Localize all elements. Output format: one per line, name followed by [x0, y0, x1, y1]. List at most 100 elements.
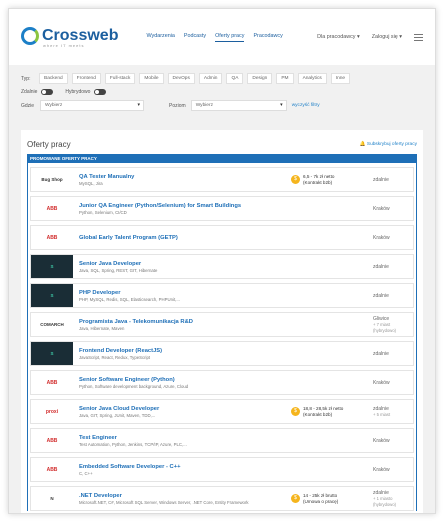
logo-text: Crossweb	[42, 26, 119, 44]
job-skills: MySQL, Jira	[79, 180, 103, 186]
company-logo: ABB	[46, 466, 58, 473]
job-location: Kraków	[373, 234, 390, 241]
job-title[interactable]: Programista Java - Telekomunikacja R&D	[79, 318, 291, 326]
type-chip-fullstack[interactable]: Full-stack	[104, 73, 136, 84]
job-card[interactable]: N .NET Developer Microsoft.NET, C#, Micros…	[30, 486, 414, 511]
logo[interactable]: Crossweb where IT meets	[21, 26, 119, 48]
offers-section: Oferty pracy 🔔 Subskrybuj oferty pracy P…	[9, 122, 435, 513]
subscribe-link[interactable]: 🔔 Subskrybuj oferty pracy	[360, 142, 417, 147]
job-title[interactable]: Frontend Developer (ReactJS)	[79, 347, 291, 355]
company-logo: ABB	[46, 437, 58, 444]
where-label: Gdzie	[21, 102, 35, 109]
nav-employers[interactable]: Pracodawcy	[253, 33, 282, 42]
type-chip-design[interactable]: Design	[247, 73, 273, 84]
job-skills: PHP, MySQL, Redis, SQL, Elasticsearch, P…	[79, 296, 180, 302]
browser-frame: Crossweb where IT meets Wydarzenia Podca…	[8, 8, 436, 514]
job-card[interactable]: S Senior Java Developer Java, SQL, Spring,…	[30, 254, 414, 279]
type-label: Typ:	[21, 75, 31, 82]
salary-coin-icon: $	[291, 494, 300, 503]
job-title[interactable]: Junior QA Engineer (Python/Selenium) for…	[79, 202, 291, 210]
job-list: Bug Shop QA Tester Manualny MySQL, Jira $6,…	[27, 163, 417, 511]
job-card[interactable]: ABB Global Early Talent Program (GETP) Kra…	[30, 225, 414, 250]
job-card[interactable]: ABB Senior Software Engineer (Python) Pyth…	[30, 370, 414, 395]
job-card[interactable]: COMARCH Programista Java - Telekomunikacj…	[30, 312, 414, 337]
job-title[interactable]: Test Engineer	[79, 434, 291, 442]
job-title[interactable]: Senior Java Developer	[79, 260, 291, 268]
hybrid-toggle[interactable]	[94, 89, 107, 95]
job-location: zdalnie	[373, 292, 389, 299]
job-location: zdalnie	[373, 263, 389, 270]
filter-panel: Typ: Backend Frontend Full-stack Mobile …	[9, 65, 435, 122]
job-location: Kraków	[373, 466, 390, 473]
job-location: zdalnie	[373, 176, 389, 183]
login-dropdown[interactable]: Zaloguj się ▾	[372, 34, 402, 40]
company-logo: S	[31, 284, 73, 307]
type-chip-mobile[interactable]: Mobile	[139, 73, 164, 84]
job-card[interactable]: S PHP Developer PHP, MySQL, Redis, SQL, El…	[30, 283, 414, 308]
level-select[interactable]: Wybierz	[190, 100, 287, 111]
salary-amount: 18,8 - 28,5k zł netto	[303, 405, 344, 411]
location-note: + 1 miasto (hybrydowo)	[373, 495, 397, 507]
location-note: + 7 miast (hybrydowo)	[373, 321, 397, 333]
job-location: zdalnie	[373, 350, 389, 357]
site-header: Crossweb where IT meets Wydarzenia Podca…	[9, 9, 435, 65]
nav-events[interactable]: Wydarzenia	[146, 33, 174, 42]
where-select[interactable]: Wybierz	[40, 100, 144, 111]
nav-podcasts[interactable]: Podcasty	[184, 33, 206, 42]
job-skills: Java, GIT, Spring, JUnit, Maven, TDD,...	[79, 412, 156, 418]
job-skills: Java, Hibernate, Maven	[79, 325, 125, 331]
company-logo: Bug Shop	[41, 177, 63, 182]
type-chip-qa[interactable]: QA	[226, 73, 244, 84]
type-chip-frontend[interactable]: Frontend	[71, 73, 101, 84]
salary-contract: (Kontrakt b2b)	[303, 179, 333, 185]
company-logo: ABB	[46, 379, 58, 386]
job-title[interactable]: Senior Software Engineer (Python)	[79, 376, 291, 384]
job-location: Kraków	[373, 379, 390, 386]
employers-dropdown[interactable]: Dla pracodawcy ▾	[317, 34, 360, 40]
company-logo: proxi	[45, 408, 59, 415]
nav-jobs[interactable]: Oferty pracy	[215, 33, 245, 42]
promoted-header: PROMOWANE OFERTY PRACY	[27, 154, 417, 163]
type-chip-other[interactable]: Inne	[330, 73, 351, 84]
job-location: Kraków	[373, 205, 390, 212]
job-location: zdalnie + 5 miast	[373, 406, 413, 418]
remote-toggle[interactable]	[41, 89, 54, 95]
type-chip-admin[interactable]: Admin	[198, 73, 223, 84]
type-chip-pm[interactable]: PM	[276, 73, 294, 84]
level-label: Poziom	[169, 102, 186, 109]
salary: $6,5 - 7k zł netto (Kontrakt b2b)	[291, 174, 373, 186]
logo-icon	[21, 26, 39, 45]
job-skills: Python, Selenium, CI/CD	[79, 209, 127, 215]
job-card[interactable]: ABB Test Engineer Test Automation, Python,…	[30, 428, 414, 453]
salary-coin-icon: $	[291, 175, 300, 184]
salary: $14 - 25k zł brutto (Umowa o pracę)	[291, 493, 373, 505]
company-logo: COMARCH	[40, 322, 64, 327]
job-title[interactable]: Senior Java Cloud Developer	[79, 405, 291, 413]
job-title[interactable]: QA Tester Manualny	[79, 173, 291, 181]
offers-title: Oferty pracy	[27, 139, 71, 149]
reset-filters-link[interactable]: wyczyść filtry	[292, 103, 320, 108]
company-logo: S	[31, 342, 73, 365]
salary-contract: (Kontrakt b2b)	[303, 411, 333, 417]
salary-amount: 14 - 25k zł brutto	[303, 492, 338, 498]
job-card[interactable]: ABB Junior QA Engineer (Python/Selenium) …	[30, 196, 414, 221]
salary-amount: 6,5 - 7k zł netto	[303, 173, 335, 179]
job-skills: Test Automation, Python, Jenkins, TCP/IP…	[79, 441, 187, 447]
company-logo: S	[31, 255, 73, 278]
type-chip-analytics[interactable]: Analytics	[297, 73, 327, 84]
job-card[interactable]: S Frontend Developer (ReactJS) JavaScript,…	[30, 341, 414, 366]
type-chip-devops[interactable]: DevOps	[167, 73, 195, 84]
company-logo: ABB	[46, 234, 58, 241]
job-card[interactable]: ABB Embedded Software Developer - C++ C, C…	[30, 457, 414, 482]
job-card[interactable]: Bug Shop QA Tester Manualny MySQL, Jira $6,…	[30, 167, 414, 192]
job-card[interactable]: proxi Senior Java Cloud Developer Java, GI…	[30, 399, 414, 424]
job-title[interactable]: .NET Developer	[79, 492, 291, 500]
salary-coin-icon: $	[291, 407, 300, 416]
job-title[interactable]: Global Early Talent Program (GETP)	[79, 234, 291, 242]
hamburger-menu-icon[interactable]	[414, 33, 423, 41]
salary-contract: (Umowa o pracę)	[303, 498, 339, 504]
job-title[interactable]: Embedded Software Developer - C++	[79, 463, 291, 471]
type-chip-backend[interactable]: Backend	[39, 73, 68, 84]
salary: $18,8 - 28,5k zł netto (Kontrakt b2b)	[291, 406, 373, 418]
job-title[interactable]: PHP Developer	[79, 289, 291, 297]
